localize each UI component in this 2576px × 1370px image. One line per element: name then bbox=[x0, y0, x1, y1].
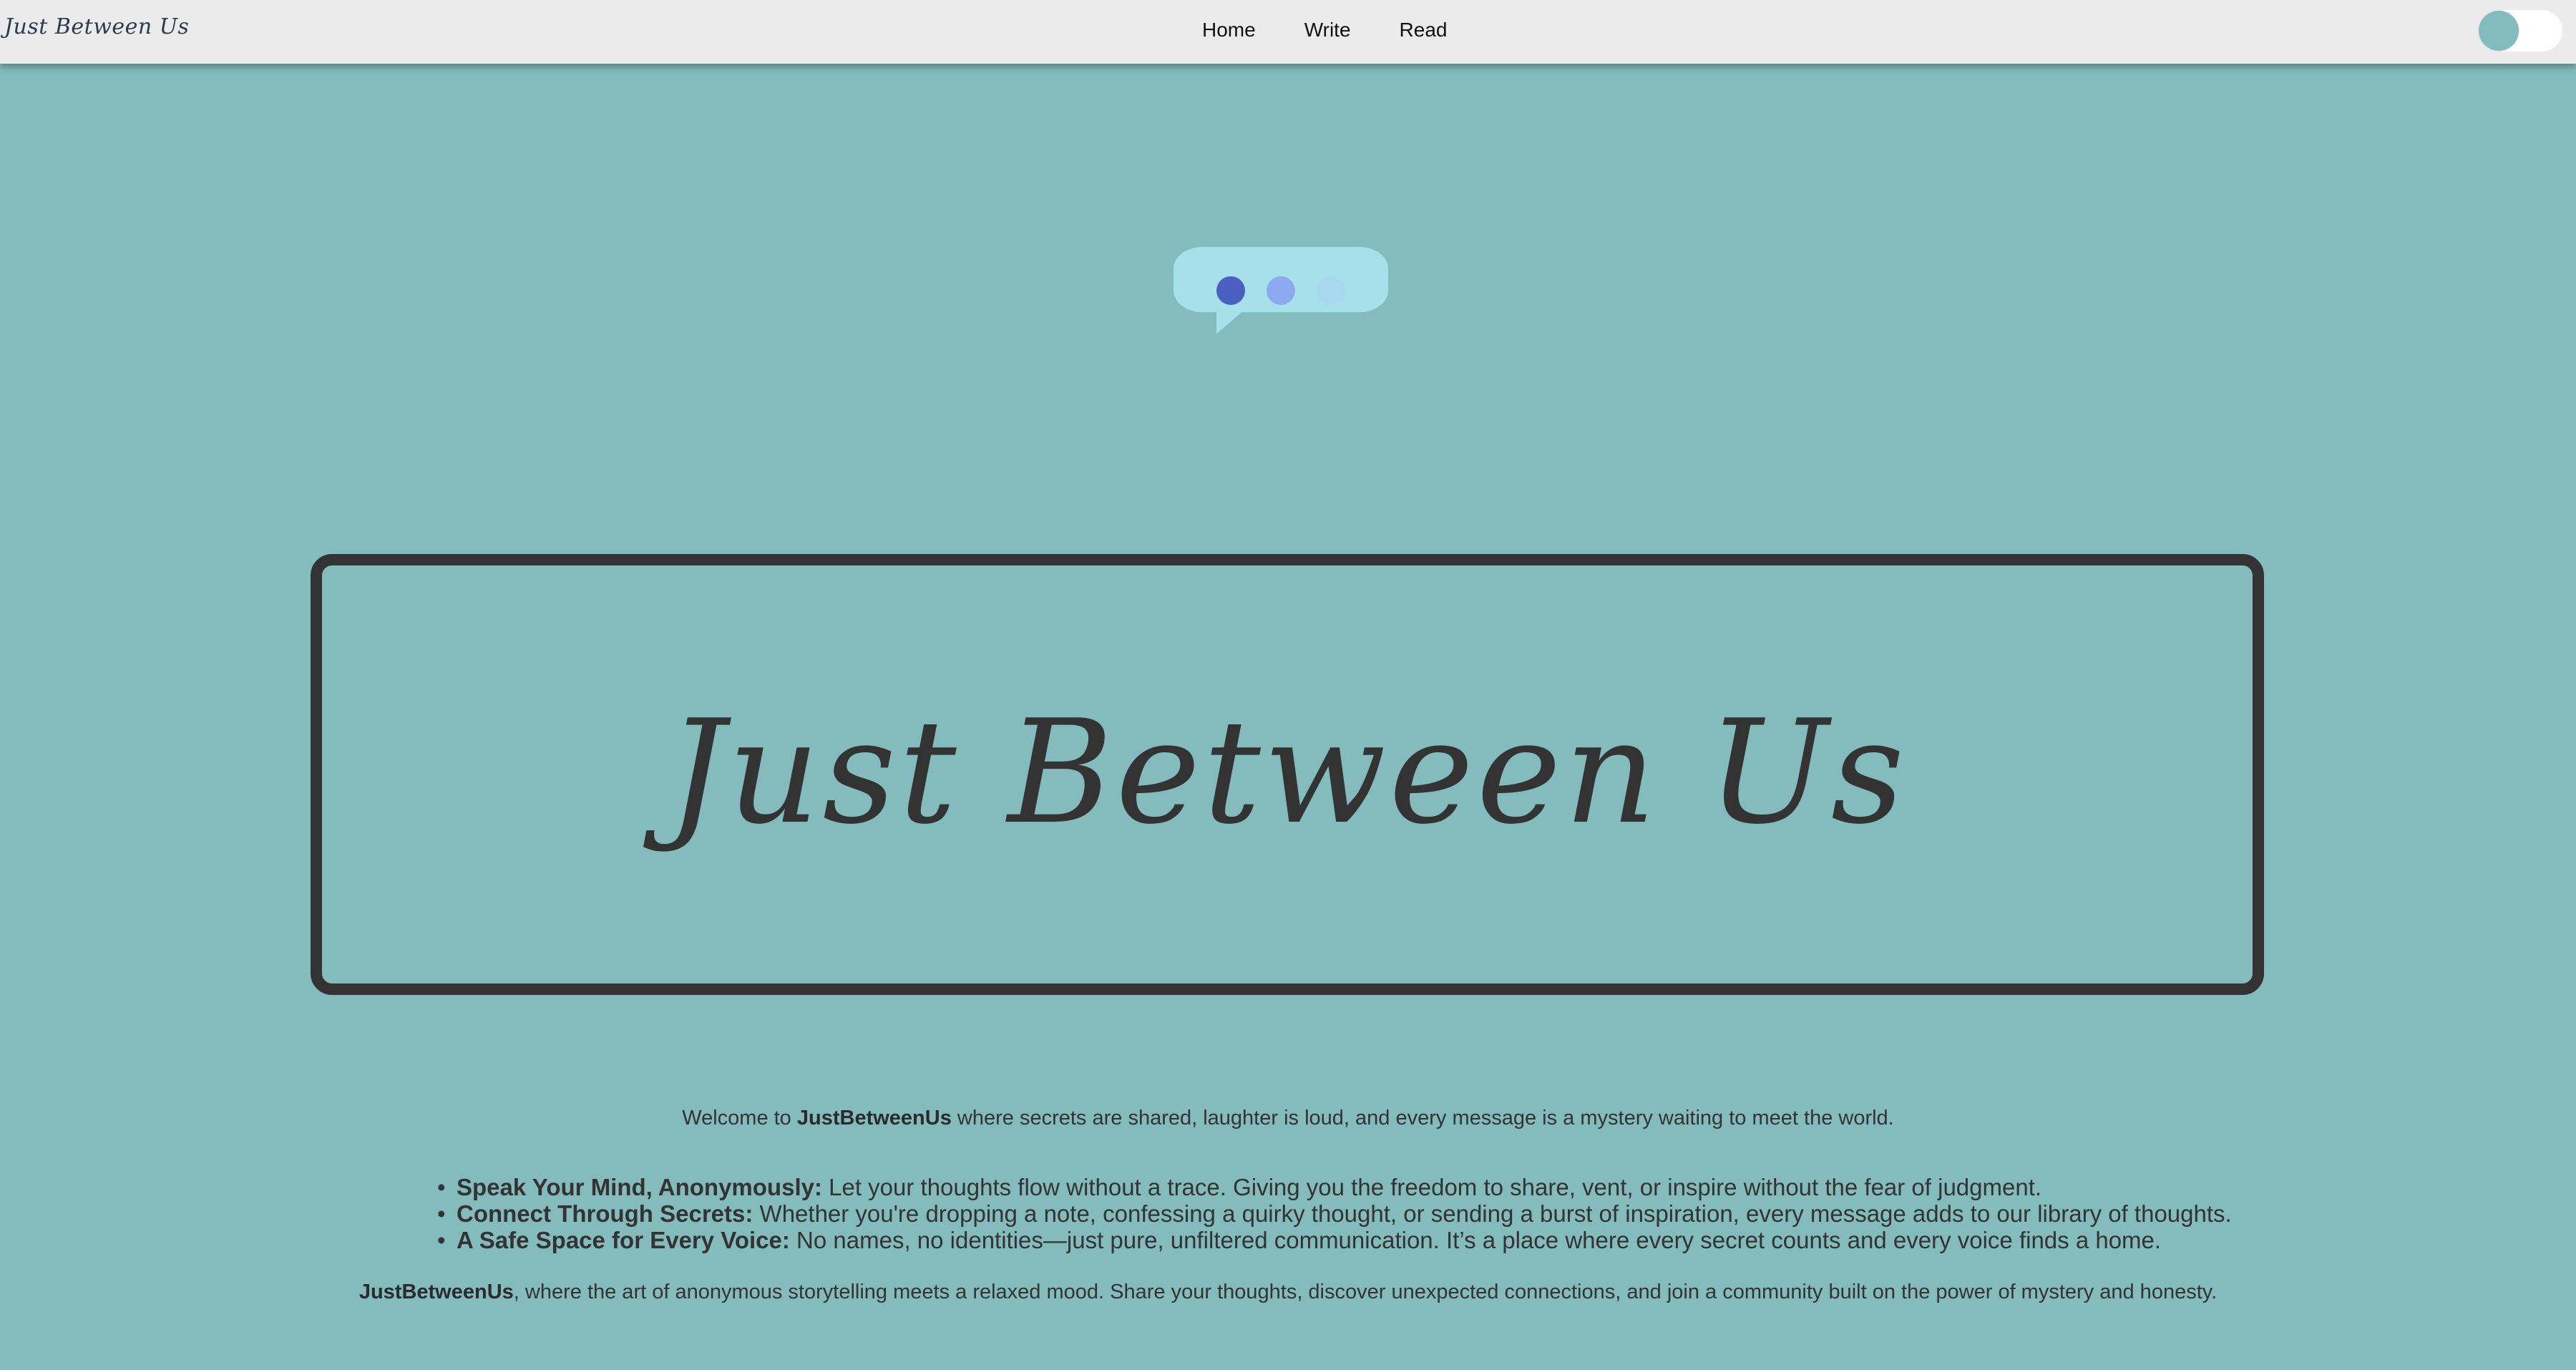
list-item: • Speak Your Mind, Anonymously: Let your … bbox=[437, 1174, 2232, 1200]
theme-toggle-knob bbox=[2479, 11, 2519, 51]
closing-text: JustBetweenUs, where the art of anonymou… bbox=[0, 1281, 2576, 1304]
typing-dot-3 bbox=[1317, 276, 1345, 305]
brand-logo-text[interactable]: Just Between Us bbox=[4, 14, 189, 39]
list-item: • Connect Through Secrets: Whether you're… bbox=[437, 1200, 2232, 1227]
feature-list: • Speak Your Mind, Anonymously: Let your … bbox=[437, 1174, 2232, 1253]
typing-dot-1 bbox=[1216, 276, 1245, 305]
theme-toggle[interactable] bbox=[2478, 10, 2562, 52]
hero-title: Just Between Us bbox=[667, 689, 1908, 856]
nav-link-home[interactable]: Home bbox=[1202, 19, 1256, 42]
nav-link-write[interactable]: Write bbox=[1304, 19, 1351, 42]
closing-body: , where the art of anonymous storytellin… bbox=[513, 1281, 2218, 1303]
bullet-icon: • bbox=[437, 1174, 446, 1200]
welcome-brand: JustBetweenUs bbox=[796, 1107, 952, 1129]
bullet-icon: • bbox=[437, 1227, 446, 1253]
welcome-prefix: Welcome to bbox=[682, 1107, 797, 1129]
feature-text: Whether you're dropping a note, confessi… bbox=[753, 1200, 2232, 1227]
typing-dot-2 bbox=[1267, 276, 1295, 305]
closing-brand: JustBetweenUs bbox=[358, 1281, 514, 1303]
bullet-icon: • bbox=[437, 1200, 446, 1227]
top-navbar: Just Between Us Home Write Read bbox=[0, 0, 2576, 64]
nav-link-read[interactable]: Read bbox=[1400, 19, 1448, 42]
feature-text: No names, no identities—just pure, unfil… bbox=[789, 1227, 2162, 1253]
feature-title: A Safe Space for Every Voice: bbox=[457, 1227, 790, 1253]
list-item: • A Safe Space for Every Voice: No names,… bbox=[437, 1227, 2232, 1253]
nav-links: Home Write Read bbox=[1202, 19, 1447, 42]
feature-text: Let your thoughts flow without a trace. … bbox=[821, 1174, 2042, 1200]
hero-banner: Just Between Us bbox=[311, 554, 2264, 995]
welcome-text: Welcome to JustBetweenUs where secrets a… bbox=[0, 1107, 2576, 1130]
feature-title: Connect Through Secrets: bbox=[457, 1200, 753, 1227]
welcome-suffix: where secrets are shared, laughter is lo… bbox=[951, 1107, 1894, 1129]
feature-title: Speak Your Mind, Anonymously: bbox=[457, 1174, 822, 1200]
chat-bubble-icon bbox=[1174, 247, 1388, 334]
